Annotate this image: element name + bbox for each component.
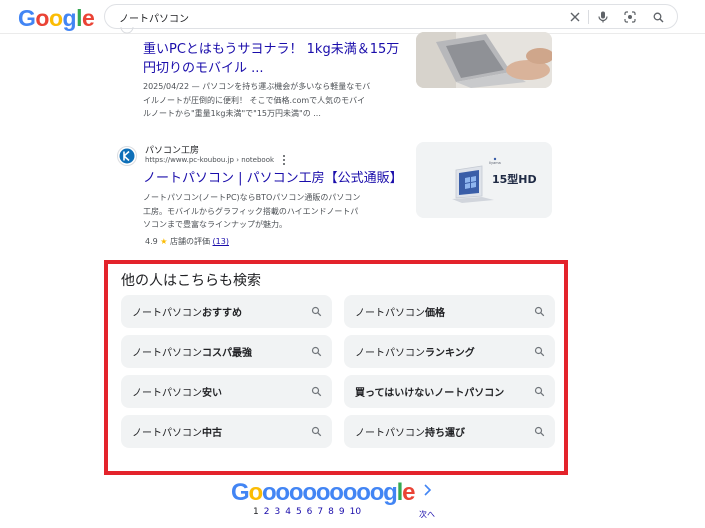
pagination-logo: Goooooooooogle bbox=[231, 479, 415, 506]
next-page-link[interactable]: 次へ bbox=[419, 509, 435, 520]
chip-prefix: ノートパソコン bbox=[132, 428, 202, 439]
result-thumbnail-laptop-photo[interactable] bbox=[416, 32, 552, 88]
page-number-link[interactable]: 4 bbox=[285, 507, 291, 517]
page-number-list: 1 2 3 4 5 6 7 8 9 10 bbox=[253, 507, 361, 517]
search-icon bbox=[534, 386, 545, 397]
search-icon bbox=[311, 306, 322, 317]
google-logo[interactable]: Google bbox=[18, 5, 95, 32]
result-snippet: ノートパソコン(ノートPC)ならBTOパソコン通販のパソコン 工房。モバイルから… bbox=[143, 191, 407, 232]
chip-bold-term: 安い bbox=[202, 388, 222, 399]
thumbnail-size-label: 15型HD bbox=[492, 173, 537, 186]
related-search-chip[interactable]: ノートパソコン 持ち運び bbox=[344, 415, 555, 448]
search-icon bbox=[311, 346, 322, 357]
site-favicon-partial bbox=[117, 22, 137, 42]
result-snippet: 2025/04/22 — パソコンを持ち運ぶ機会が多いなら軽量なモバ イルノート… bbox=[143, 80, 407, 121]
chip-prefix: ノートパソコン bbox=[132, 308, 202, 319]
chip-prefix: ノートパソコン bbox=[355, 308, 425, 319]
related-search-chip[interactable]: ノートパソコン 安い bbox=[121, 375, 332, 408]
chip-bold-term: 買ってはいけないノートパソコン bbox=[355, 388, 505, 399]
chevron-right-icon[interactable] bbox=[422, 482, 434, 498]
related-search-chip[interactable]: ノートパソコン ランキング bbox=[344, 335, 555, 368]
chip-bold-term: 中古 bbox=[202, 428, 222, 439]
result-thumbnail-laptop-product[interactable]: Iiyama 15型HD bbox=[416, 142, 552, 218]
snippet-line: ノートパソコン(ノートPC)ならBTOパソコン通販のパソコン bbox=[143, 193, 361, 202]
lens-search-icon[interactable] bbox=[621, 8, 639, 26]
star-icon: ★ bbox=[160, 237, 168, 246]
search-icon[interactable] bbox=[649, 8, 667, 26]
page-number-link[interactable]: 3 bbox=[274, 507, 280, 517]
chip-bold-term: コスパ最強 bbox=[202, 348, 252, 359]
chip-bold-term: ランキング bbox=[425, 348, 475, 359]
rating-count-link[interactable]: (13) bbox=[213, 237, 229, 246]
search-icon bbox=[534, 306, 545, 317]
chip-prefix: ノートパソコン bbox=[355, 348, 425, 359]
related-search-chip[interactable]: ノートパソコン コスパ最強 bbox=[121, 335, 332, 368]
snippet-line: 2025/04/22 — パソコンを持ち運ぶ機会が多いなら軽量なモバ bbox=[143, 82, 371, 91]
rating-value: 4.9 bbox=[145, 237, 158, 246]
section-title: 他の人はこちらも検索 bbox=[121, 273, 261, 289]
snippet-line: 工房。モバイルからグラフィック搭載のハイエンドノートパ bbox=[143, 206, 359, 216]
site-name[interactable]: パソコン工房 bbox=[145, 143, 199, 156]
search-icon bbox=[534, 426, 545, 437]
search-box bbox=[104, 4, 678, 29]
more-options-icon[interactable] bbox=[281, 155, 287, 165]
searchbox-divider bbox=[588, 10, 589, 24]
result-title-link[interactable]: 重いPCとはもうサヨナラ！ 1kg未満＆15万 円切りのモバイル ... bbox=[143, 40, 411, 78]
people-also-search-section: 他の人はこちらも検索 ノートパソコン おすすめ ノートパソコン 価格 ノートパソ… bbox=[104, 260, 568, 475]
result-title-link[interactable]: ノートパソコン | パソコン工房【公式通販】 bbox=[143, 169, 403, 188]
search-icon bbox=[311, 386, 322, 397]
snippet-line: ルノートから"重量1kg未満"で"15万円未満"の ... bbox=[143, 109, 321, 118]
page-number-link[interactable]: 2 bbox=[264, 507, 270, 517]
page-number-link[interactable]: 8 bbox=[328, 507, 334, 517]
clear-icon[interactable] bbox=[566, 8, 584, 26]
site-favicon[interactable] bbox=[117, 146, 137, 166]
search-input[interactable] bbox=[119, 9, 549, 25]
svg-text:Iiyama: Iiyama bbox=[489, 161, 501, 165]
site-url[interactable]: https://www.pc-koubou.jp › notebook bbox=[145, 156, 274, 164]
page-number-current: 1 bbox=[253, 507, 259, 517]
result-title-line[interactable]: 重いPCとはもうサヨナラ！ 1kg未満＆15万 bbox=[143, 40, 411, 59]
chip-bold-term: おすすめ bbox=[202, 308, 242, 319]
related-search-chip[interactable]: ノートパソコン おすすめ bbox=[121, 295, 332, 328]
rating-label: 店舗の評価 bbox=[170, 237, 210, 246]
voice-search-icon[interactable] bbox=[594, 8, 612, 26]
page-number-link[interactable]: 6 bbox=[307, 507, 313, 517]
chip-prefix: ノートパソコン bbox=[355, 428, 425, 439]
search-header: Google bbox=[0, 0, 705, 34]
chip-bold-term: 価格 bbox=[425, 308, 445, 319]
store-rating: 4.9 ★ 店舗の評価 (13) bbox=[145, 236, 229, 247]
search-icon bbox=[311, 426, 322, 437]
page-number-link[interactable]: 10 bbox=[350, 507, 361, 517]
result-title-line[interactable]: 円切りのモバイル ... bbox=[143, 59, 411, 78]
snippet-line: イルノートが圧倒的に便利！ そこで価格.comで人気のモバイ bbox=[143, 95, 366, 105]
chip-bold-term: 持ち運び bbox=[425, 428, 465, 439]
related-search-chip[interactable]: ノートパソコン 価格 bbox=[344, 295, 555, 328]
related-search-chip[interactable]: ノートパソコン 中古 bbox=[121, 415, 332, 448]
snippet-line: ソコンまで豊富なラインナップが魅力。 bbox=[143, 220, 287, 229]
chip-prefix: ノートパソコン bbox=[132, 388, 202, 399]
chip-prefix: ノートパソコン bbox=[132, 348, 202, 359]
page-number-link[interactable]: 9 bbox=[339, 507, 345, 517]
related-search-chip[interactable]: 買ってはいけないノートパソコン bbox=[344, 375, 555, 408]
page-number-link[interactable]: 7 bbox=[317, 507, 323, 517]
page-number-link[interactable]: 5 bbox=[296, 507, 302, 517]
search-icon bbox=[534, 346, 545, 357]
